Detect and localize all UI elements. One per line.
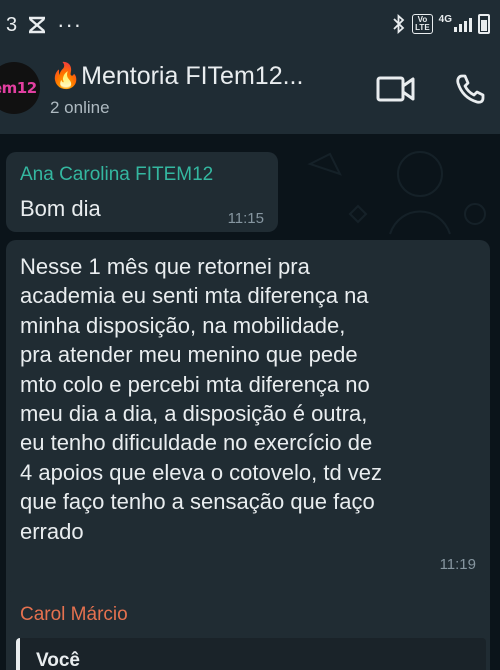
signal-icon (454, 16, 472, 32)
quoted-sender: Você (36, 650, 81, 670)
status-time: 3 (6, 13, 18, 36)
chat-header[interactable]: em12 🔥Mentoria FITem12... 2 online (0, 48, 500, 134)
message-sender[interactable]: Ana Carolina FITEM12 (20, 164, 213, 186)
group-title[interactable]: 🔥Mentoria FITem12... (50, 62, 303, 91)
volte-icon: Vo LTE (412, 14, 433, 34)
battery-icon (478, 14, 490, 34)
message-text: Nesse 1 mês que retornei pra academia eu… (20, 254, 383, 544)
quoted-message[interactable]: Você (16, 638, 486, 670)
status-bar: 3 ··· Vo LTE 4G (0, 0, 500, 48)
bluetooth-icon (393, 14, 405, 34)
group-subtitle: 2 online (50, 98, 110, 117)
message-time: 11:15 (227, 210, 264, 227)
message-text: Bom dia (20, 196, 101, 221)
message-sender[interactable]: Carol Márcio (20, 604, 128, 626)
video-call-icon[interactable] (376, 75, 416, 103)
notification-icon (29, 16, 46, 34)
group-avatar[interactable]: em12 (0, 62, 40, 114)
chat-area[interactable]: Ana Carolina FITEM12 Bom dia 11:15 Nesse… (0, 134, 500, 670)
network-type: 4G (438, 14, 452, 25)
message-time: 11:19 (439, 556, 476, 573)
wallpaper-doodle (307, 151, 486, 235)
more-notifications-icon: ··· (57, 12, 83, 37)
message-bubble[interactable]: Ana Carolina FITEM12 Bom dia 11:15 (6, 152, 278, 232)
status-left: 3 ··· (6, 12, 82, 38)
voice-call-icon[interactable] (455, 73, 485, 105)
message-bubble[interactable]: Carol Márcio Você (6, 590, 490, 670)
avatar-logo-text: em12 (0, 79, 37, 97)
status-right: Vo LTE 4G (392, 14, 490, 34)
